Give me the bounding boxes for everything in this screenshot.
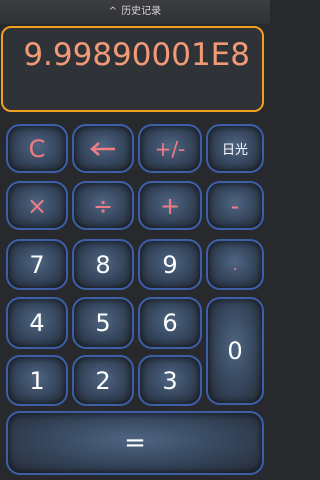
digit-5-button[interactable]: 5 [72,297,134,349]
left-arrow-icon [90,141,115,156]
equals-button[interactable]: = [6,411,264,475]
digit-0-button[interactable]: 0 [206,297,264,405]
sign-toggle-button[interactable]: +/- [138,124,202,173]
decimal-point-button[interactable]: . [206,239,264,290]
digit-2-button[interactable]: 2 [72,355,134,406]
result-display: 9.99890001E8 [1,26,264,112]
digit-3-button[interactable]: 3 [138,355,202,406]
digit-4-button[interactable]: 4 [6,297,68,349]
chevron-up-icon: ^ [108,6,118,17]
theme-toggle-button[interactable]: 日光 [206,124,264,173]
digit-7-button[interactable]: 7 [6,239,68,290]
history-bar[interactable]: ^ 历史记录 [0,0,270,24]
add-button[interactable]: + [138,181,202,230]
multiply-button[interactable]: × [6,181,68,230]
digit-6-button[interactable]: 6 [138,297,202,349]
digit-9-button[interactable]: 9 [138,239,202,290]
subtract-button[interactable]: - [206,181,264,230]
digit-8-button[interactable]: 8 [72,239,134,290]
history-label: 历史记录 [121,6,162,17]
divide-button[interactable]: ÷ [72,181,134,230]
clear-button[interactable]: C [6,124,68,173]
digit-1-button[interactable]: 1 [6,355,68,406]
backspace-button[interactable] [72,124,134,173]
